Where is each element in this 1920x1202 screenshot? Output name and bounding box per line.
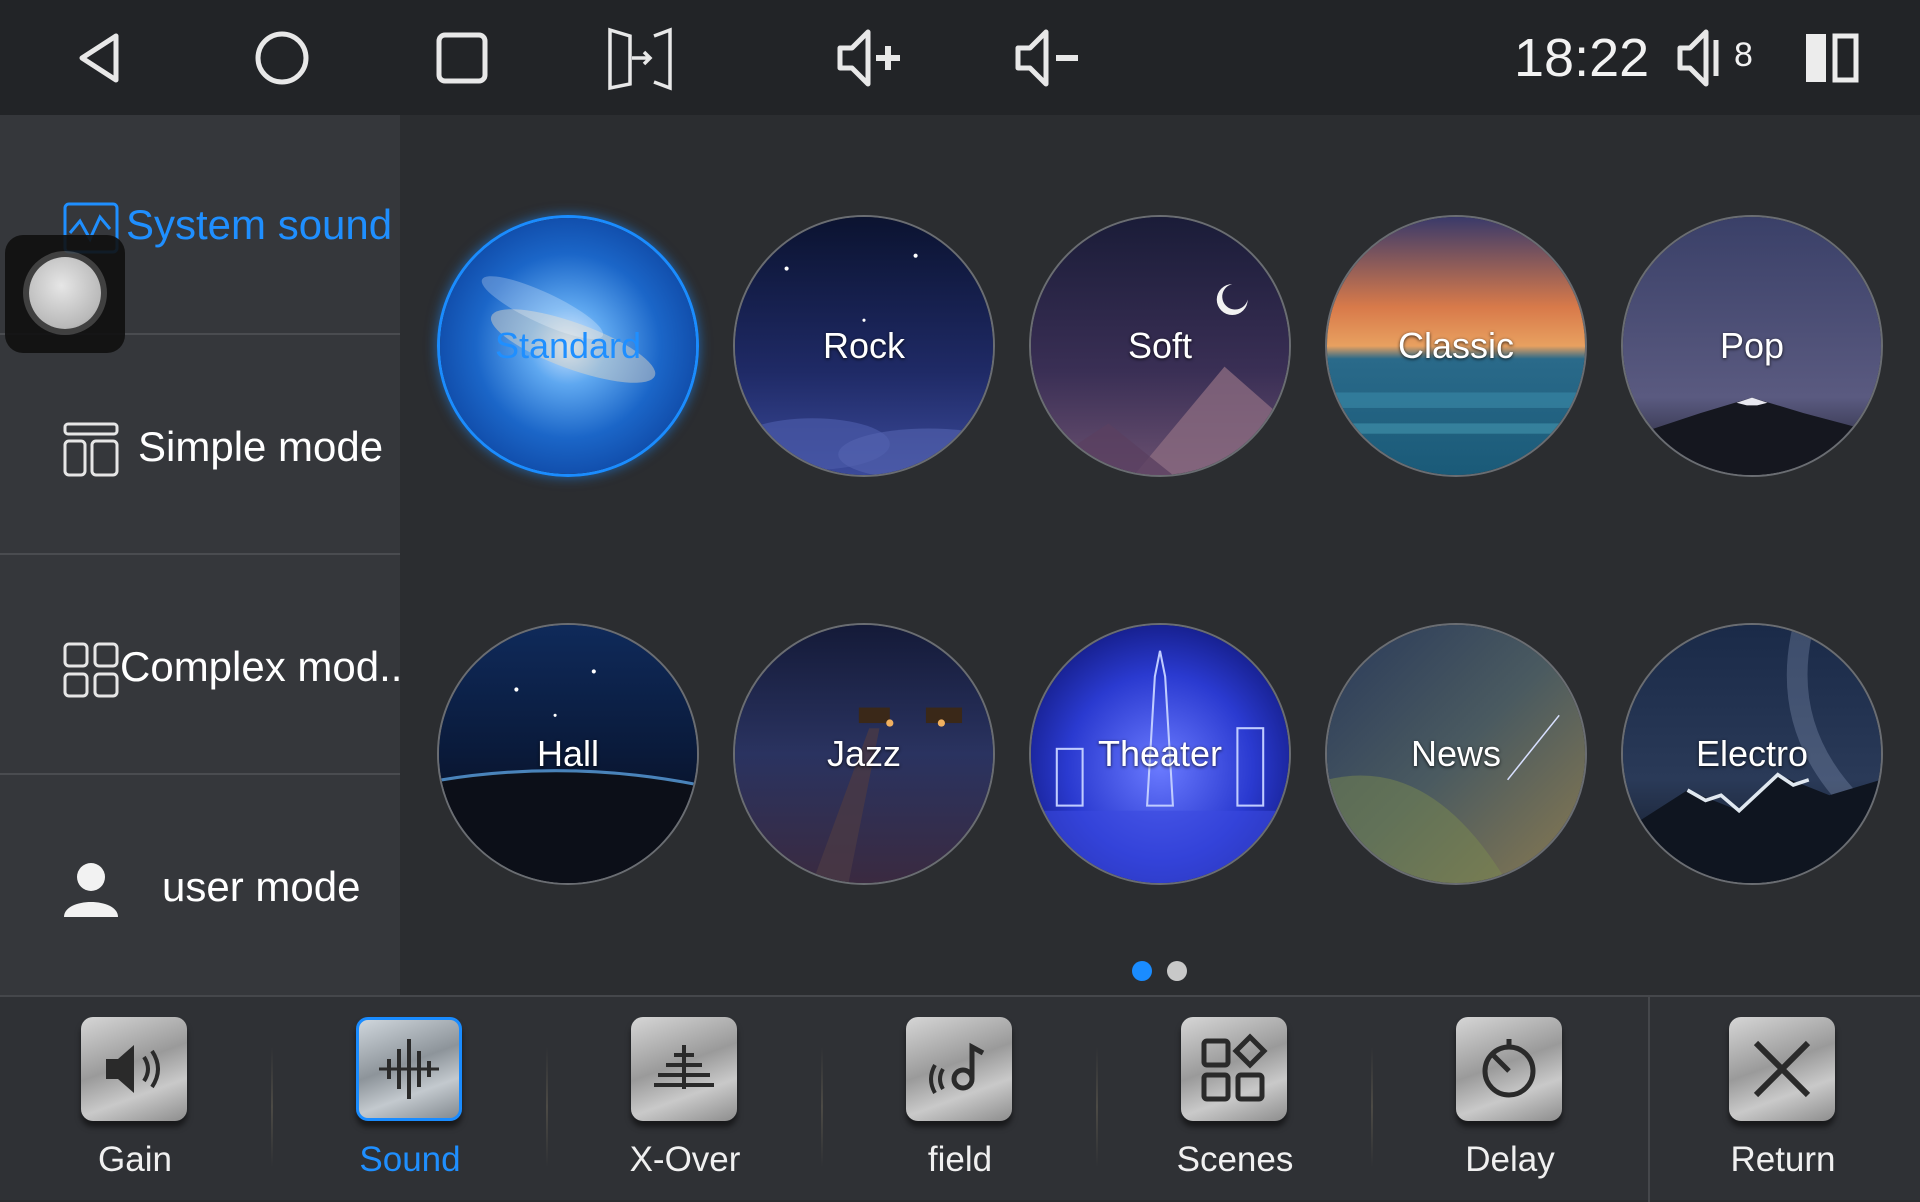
tab-label: Delay: [1465, 1140, 1555, 1179]
volume-indicator: 8: [1676, 22, 1766, 94]
preset-label: Classic: [1397, 325, 1514, 366]
preset-jazz[interactable]: Jazz: [733, 623, 995, 885]
preset-label: Electro: [1695, 733, 1809, 774]
back-icon: [79, 33, 119, 83]
preset-soft[interactable]: Soft: [1029, 215, 1291, 477]
bottom-tab-bar: Gain Sound X-Over field Scenes Delay Ret…: [0, 995, 1920, 1202]
tab-x-over[interactable]: X-Over: [585, 997, 785, 1202]
preset-classic[interactable]: Classic: [1325, 215, 1587, 477]
tab-label: Return: [1730, 1140, 1836, 1179]
status-bar: 18:22 8: [0, 0, 1920, 115]
layout-icon: [63, 422, 119, 477]
sidebar-item-simple-mode[interactable]: Simple mode: [0, 335, 400, 555]
recents-button[interactable]: [426, 22, 498, 94]
volume-down-button[interactable]: [1012, 22, 1084, 94]
preset-theater[interactable]: Theater: [1029, 623, 1291, 885]
volume-up-icon: [837, 29, 900, 87]
sidebar-item-label: Simple mode: [138, 423, 384, 470]
tab-divider: [821, 1047, 823, 1167]
tab-divider: [1371, 1047, 1373, 1167]
clock: 18:22: [1514, 28, 1650, 88]
split-screen-icon: [1806, 33, 1859, 83]
person-icon: [64, 863, 118, 917]
preset-label: Pop: [1719, 325, 1785, 366]
music-note-icon: [906, 1017, 1012, 1121]
return-button[interactable]: Return: [1683, 997, 1883, 1202]
speaker-icon: [1677, 29, 1719, 87]
sidebar-item-label: System sound: [126, 201, 393, 248]
screen-cast-icon: [608, 27, 672, 91]
tab-gain[interactable]: Gain: [35, 997, 235, 1202]
volume-up-button[interactable]: [834, 22, 906, 94]
preset-label: News: [1410, 733, 1502, 774]
preset-label: Theater: [1097, 733, 1223, 774]
page-dot-1[interactable]: [1132, 961, 1152, 981]
mode-sidebar: System sound Simple mode Complex mod.. u…: [0, 115, 403, 995]
tab-label: field: [927, 1140, 993, 1179]
preset-label: Rock: [822, 325, 906, 366]
tab-sound[interactable]: Sound: [310, 997, 510, 1202]
timer-icon: [1456, 1017, 1562, 1121]
preset-electro[interactable]: Electro: [1621, 623, 1883, 885]
home-icon: [255, 31, 309, 85]
tab-divider: [546, 1047, 548, 1167]
tab-label: Scenes: [1176, 1140, 1294, 1179]
preset-standard[interactable]: Standard: [437, 215, 699, 477]
tab-label: Sound: [359, 1140, 461, 1179]
tab-divider: [271, 1047, 273, 1167]
page-dot-2[interactable]: [1167, 961, 1187, 981]
scenes-icon: [1181, 1017, 1287, 1121]
return-divider: [1648, 997, 1650, 1202]
grid-icon: [63, 642, 119, 698]
tab-divider: [1096, 1047, 1098, 1167]
home-button[interactable]: [246, 22, 318, 94]
preset-label: Soft: [1127, 325, 1193, 366]
tab-label: X-Over: [629, 1140, 741, 1179]
preset-label: Jazz: [826, 733, 902, 774]
tab-field[interactable]: field: [860, 997, 1060, 1202]
floating-assistive-button[interactable]: [5, 235, 125, 353]
preset-label: Hall: [536, 733, 599, 774]
preset-hall[interactable]: Hall: [437, 623, 699, 885]
volume-level: 8: [1734, 36, 1753, 74]
screen-cast-button[interactable]: [604, 22, 676, 94]
preset-rock[interactable]: Rock: [733, 215, 995, 477]
sidebar-item-user-mode[interactable]: user mode: [0, 775, 400, 995]
preset-label: Standard: [494, 325, 642, 366]
volume-down-icon: [1015, 29, 1078, 87]
tab-delay[interactable]: Delay: [1410, 997, 1610, 1202]
preset-pop[interactable]: Pop: [1621, 215, 1883, 477]
split-screen-button[interactable]: [1800, 26, 1864, 90]
soundwave-icon: [356, 1017, 462, 1121]
sidebar-item-label: Complex mod..: [120, 643, 403, 690]
speaker-icon: [81, 1017, 187, 1121]
recents-icon: [436, 32, 488, 84]
close-icon: [1729, 1017, 1835, 1121]
back-button[interactable]: [66, 22, 138, 94]
tab-scenes[interactable]: Scenes: [1135, 997, 1335, 1202]
sidebar-item-label: user mode: [162, 863, 361, 910]
sliders-icon: [631, 1017, 737, 1121]
tab-label: Gain: [98, 1140, 172, 1179]
preset-news[interactable]: News: [1325, 623, 1587, 885]
sidebar-item-complex-mode[interactable]: Complex mod..: [0, 555, 403, 775]
